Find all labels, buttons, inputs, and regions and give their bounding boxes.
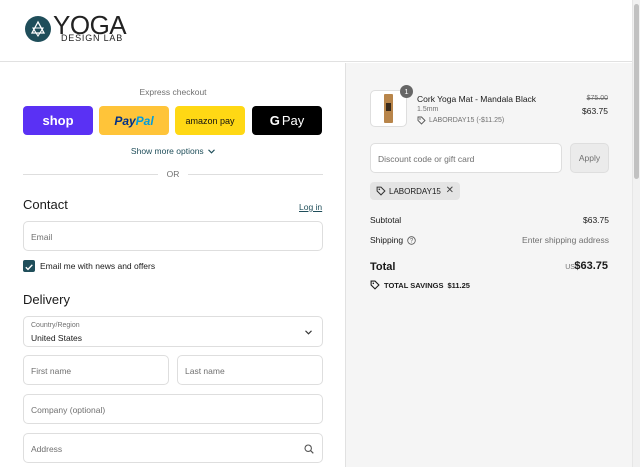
google-g-icon: G (269, 113, 280, 128)
email-placeholder: Email (31, 232, 53, 242)
checkout-form: Express checkout shop Pay Pal amazon pay … (0, 63, 345, 467)
savings-label: TOTAL SAVINGS (384, 280, 444, 290)
email-field[interactable]: Email (23, 221, 323, 251)
remove-code-icon[interactable]: ✕ (446, 185, 454, 196)
discount-code-field[interactable]: Discount code or gift card (370, 143, 562, 173)
quantity-badge: 1 (400, 85, 413, 98)
yoga-mat-image (384, 94, 393, 123)
site-header: YOGA DESIGN LAB (0, 0, 632, 62)
help-circle-icon[interactable]: ? (407, 236, 417, 245)
amazon-pay-button[interactable]: amazon pay (175, 106, 245, 135)
brand-logo[interactable]: YOGA DESIGN LAB (25, 10, 127, 43)
total-savings: TOTAL SAVINGS $11.25 (370, 280, 470, 290)
last-name-placeholder: Last name (185, 366, 225, 376)
total-value: $63.75 (574, 260, 608, 272)
page-scrollbar[interactable] (632, 0, 640, 467)
total-label: Total (370, 261, 396, 273)
shipping-label: Shipping (370, 235, 404, 245)
shipping-row: Shipping ? Enter shipping address (370, 235, 609, 245)
brand-name: YOGA (53, 10, 127, 40)
address-placeholder: Address (31, 444, 63, 454)
product-discount-label: LABORDAY15 (-$11.25) (429, 117, 505, 124)
delivery-heading: Delivery (23, 292, 70, 307)
tag-icon (417, 116, 426, 125)
google-pay-button[interactable]: G Pay (252, 106, 322, 135)
scrollbar-thumb[interactable] (634, 4, 639, 179)
checkmark-icon (25, 264, 33, 271)
company-placeholder: Company (optional) (31, 405, 106, 415)
paypal-button[interactable]: Pay Pal (99, 106, 169, 135)
shop-pay-button[interactable]: shop (23, 106, 93, 135)
savings-value: $11.25 (447, 280, 470, 290)
order-summary: 1 Cork Yoga Mat - Mandala Black 1.5mm LA… (345, 63, 632, 467)
chevron-down-icon (305, 330, 312, 335)
amazon-pay-label: amazon pay (185, 115, 235, 126)
paypal-label-pay: Pay (114, 113, 136, 128)
country-label: Country/Region (31, 322, 80, 329)
subtotal-label: Subtotal (370, 215, 402, 225)
contact-heading: Contact (23, 197, 68, 212)
subtotal-row: Subtotal $63.75 (370, 215, 609, 225)
brand-subname: DESIGN LAB (61, 33, 124, 43)
apply-button[interactable]: Apply (570, 143, 609, 173)
shipping-value: Enter shipping address (522, 235, 609, 245)
discount-code-placeholder: Discount code or gift card (378, 154, 475, 164)
tag-icon (376, 186, 386, 196)
country-value: United States (31, 333, 83, 343)
or-divider: OR (23, 169, 323, 179)
address-field[interactable]: Address (23, 433, 323, 463)
subtotal-value: $63.75 (583, 215, 609, 225)
shop-pay-label: shop (42, 113, 74, 128)
newsletter-label: Email me with news and offers (40, 261, 156, 271)
first-name-field[interactable]: First name (23, 355, 169, 385)
tag-icon (370, 280, 380, 290)
express-checkout-title: Express checkout (139, 87, 207, 97)
first-name-placeholder: First name (31, 366, 72, 376)
or-label: OR (166, 169, 180, 179)
show-more-options-link[interactable]: Show more options (23, 146, 323, 156)
last-name-field[interactable]: Last name (177, 355, 323, 385)
country-select[interactable]: Country/Region United States (23, 316, 323, 347)
company-field[interactable]: Company (optional) (23, 394, 323, 424)
applied-code-chip: LABORDAY15 ✕ (370, 182, 460, 200)
product-discount: LABORDAY15 (-$11.25) (417, 116, 504, 125)
search-icon (304, 444, 314, 454)
item-price: $63.75 (582, 106, 608, 116)
login-link[interactable]: Log in (299, 202, 322, 212)
chevron-down-icon (208, 149, 215, 154)
product-name: Cork Yoga Mat - Mandala Black (417, 94, 537, 104)
original-price: $75.00 (586, 95, 608, 102)
lotus-icon (25, 16, 51, 42)
applied-code-label: LABORDAY15 (389, 186, 441, 196)
paypal-label-pal: Pal (135, 113, 154, 128)
product-variant: 1.5mm (417, 106, 439, 113)
google-pay-label: Pay (281, 113, 305, 128)
show-more-options-label: Show more options (130, 146, 204, 156)
newsletter-checkbox[interactable] (23, 260, 35, 272)
